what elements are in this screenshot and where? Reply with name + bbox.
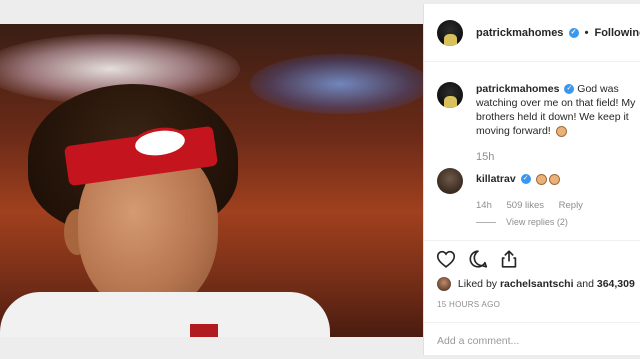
comment-time[interactable]: 14h xyxy=(476,200,492,211)
comment-likes[interactable]: 509 likes xyxy=(507,200,545,211)
avatar[interactable] xyxy=(437,168,463,194)
caption-time[interactable]: 15h xyxy=(476,151,494,163)
view-replies-button[interactable]: View replies (2) xyxy=(506,217,568,227)
liked-by-line: Liked by rachelsantschi and 364,309 xyxy=(437,277,635,291)
reply-button[interactable]: Reply xyxy=(559,200,583,211)
caption-username[interactable]: patrickmahomes xyxy=(476,83,559,95)
replies-divider xyxy=(476,222,496,224)
post-side-panel: patrickmahomes ✓ • Following patrickmaho… xyxy=(423,4,640,355)
separator-dot: • xyxy=(584,27,589,39)
share-icon[interactable] xyxy=(498,248,520,270)
comment-icon[interactable] xyxy=(467,248,489,270)
avatar[interactable] xyxy=(437,20,463,46)
flexed-biceps-icon xyxy=(555,125,567,137)
verified-badge-icon: ✓ xyxy=(520,174,531,185)
add-comment-input[interactable]: Add a comment... xyxy=(437,335,519,347)
comment-username[interactable]: killatrav xyxy=(476,173,516,185)
liked-by-label: Liked by xyxy=(457,277,498,290)
stadium-light xyxy=(250,54,423,114)
liker-avatar xyxy=(437,277,451,291)
following-button[interactable]: Following xyxy=(594,27,640,39)
post-age: 15 HOURS AGO xyxy=(437,300,501,309)
avatar[interactable] xyxy=(437,82,463,108)
jersey-collar xyxy=(190,324,218,337)
and-label: and xyxy=(576,277,594,290)
verified-badge-icon: ✓ xyxy=(568,28,579,39)
verified-badge-icon: ✓ xyxy=(564,84,575,95)
post-header: patrickmahomes ✓ • Following xyxy=(424,4,640,62)
flexed-biceps-icon xyxy=(548,173,560,185)
flexed-biceps-icon xyxy=(535,173,547,185)
username-link[interactable]: patrickmahomes xyxy=(476,27,563,39)
add-comment-bar[interactable]: Add a comment... xyxy=(424,322,640,355)
heart-icon[interactable] xyxy=(435,248,457,270)
post-photo xyxy=(0,24,423,337)
jersey xyxy=(0,292,330,337)
liker-username[interactable]: rachelsantschi xyxy=(500,278,574,290)
likes-count[interactable]: 364,309 xyxy=(597,278,635,290)
post-actions: Liked by rachelsantschi and 364,309 15 H… xyxy=(424,240,640,330)
